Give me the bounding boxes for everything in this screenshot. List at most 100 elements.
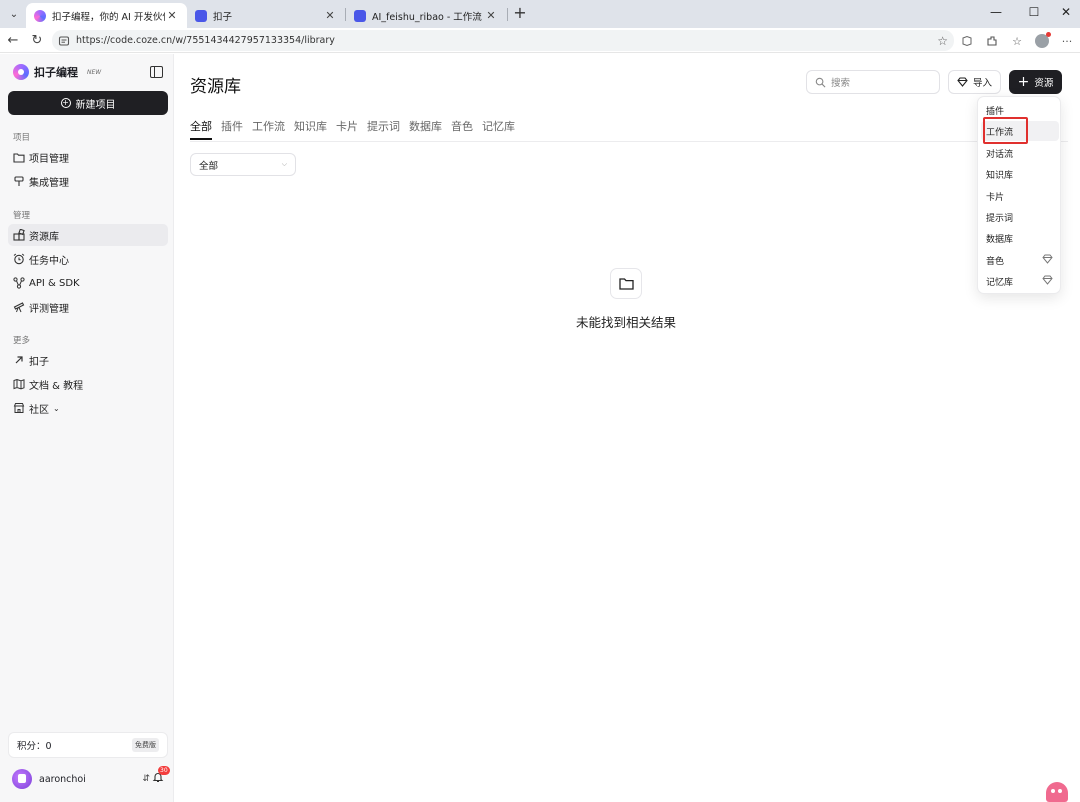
plan-badge: 免费版: [132, 738, 159, 752]
browser-tab-3[interactable]: AI_feishu_ribao - 工作流 -智能体平 ✕: [346, 3, 506, 28]
browser-tab-title: 扣子: [213, 11, 233, 23]
menu-item-prompt[interactable]: 提示词: [981, 207, 1059, 227]
sidebar-item-community[interactable]: 社区 ⌄: [8, 397, 168, 419]
chevron-down-icon: ⌵: [281, 160, 287, 168]
browser-tab-bar: ⌄ 扣子编程，你的 AI 开发伙伴，Vib ✕ 扣子 ✕ AI_feishu_r…: [0, 0, 1080, 28]
user-profile[interactable]: aaronchoi ⇵ 30: [8, 766, 170, 791]
arrow-up-right-icon: [13, 354, 25, 366]
tab-knowledge[interactable]: 知识库: [294, 118, 327, 140]
tab-memory[interactable]: 记忆库: [482, 118, 515, 140]
reload-icon[interactable]: ↻: [28, 32, 46, 50]
maximize-icon[interactable]: ☐: [1024, 5, 1044, 19]
sidebar-toggle-icon[interactable]: [150, 66, 163, 78]
menu-item-label: 对话流: [986, 149, 1014, 160]
url-field[interactable]: https://code.coze.cn/w/75514344279571333…: [52, 30, 954, 51]
tabs-divider: [190, 141, 1068, 142]
browser-tab-1[interactable]: 扣子编程，你的 AI 开发伙伴，Vib ✕: [26, 3, 187, 28]
filter-value: 全部: [199, 160, 219, 172]
menu-item-chatflow[interactable]: 对话流: [981, 143, 1059, 163]
empty-state-text: 未能找到相关结果: [575, 315, 676, 330]
new-project-button[interactable]: + 新建项目: [8, 91, 168, 115]
avatar: [12, 769, 32, 789]
points-label: 积分：0: [17, 741, 52, 752]
bookmark-star-icon[interactable]: ☆: [937, 34, 948, 48]
search-placeholder: 搜索: [831, 78, 851, 89]
menu-item-knowledge[interactable]: 知识库: [981, 164, 1059, 184]
sidebar-item-api-sdk[interactable]: API & SDK: [8, 272, 168, 294]
notification-badge: 30: [158, 766, 170, 775]
close-tab-icon[interactable]: ✕: [165, 9, 179, 22]
plus-icon: +: [1017, 74, 1030, 90]
search-icon: [815, 77, 826, 87]
menu-item-label: 提示词: [986, 213, 1014, 224]
brand-name: 扣子编程: [34, 66, 78, 79]
import-button[interactable]: 导入: [948, 70, 1001, 94]
favorites-icon[interactable]: ☆: [1008, 32, 1026, 50]
menu-item-database[interactable]: 数据库: [981, 228, 1059, 248]
back-icon[interactable]: ←: [4, 32, 22, 50]
tab-all[interactable]: 全部: [190, 118, 212, 140]
url-text: https://code.coze.cn/w/75514344279571333…: [76, 35, 335, 46]
close-window-icon[interactable]: ✕: [1056, 5, 1076, 19]
menu-item-label: 知识库: [986, 170, 1014, 181]
tab-voice[interactable]: 音色: [451, 118, 473, 140]
sidebar-item-docs[interactable]: 文档 & 教程: [8, 373, 168, 395]
premium-diamond-icon: [1042, 275, 1053, 285]
section-label-manage: 管理: [13, 211, 31, 221]
menu-item-memory[interactable]: 记忆库: [981, 271, 1059, 291]
sidebar-item-integration-management[interactable]: 集成管理: [8, 170, 168, 192]
expand-collapse-icon[interactable]: ⇵: [142, 774, 150, 784]
brand[interactable]: 扣子编程 NEW: [13, 64, 101, 80]
tab-list-chevron-icon[interactable]: ⌄: [4, 4, 24, 24]
telescope-icon: [13, 301, 25, 313]
new-project-label: 新建项目: [75, 99, 116, 111]
close-tab-icon[interactable]: ✕: [484, 9, 498, 22]
search-input[interactable]: 搜索: [806, 70, 940, 94]
close-tab-icon[interactable]: ✕: [323, 9, 337, 22]
sidebar-item-label: 集成管理: [29, 177, 69, 189]
tab-plugin[interactable]: 插件: [221, 118, 243, 140]
sidebar-item-label: 资源库: [29, 231, 59, 243]
coze-favicon-icon: [354, 9, 366, 22]
site-info-icon[interactable]: [58, 35, 70, 47]
filter-select[interactable]: 全部 ⌵: [190, 153, 296, 176]
browser-tab-2[interactable]: 扣子 ✕: [187, 3, 345, 28]
tab-database[interactable]: 数据库: [409, 118, 442, 140]
sidebar-item-evaluation[interactable]: 评测管理: [8, 296, 168, 318]
sidebar-item-label: 社区: [29, 404, 49, 416]
extensions-icon[interactable]: [983, 32, 1001, 50]
map-icon: [13, 378, 25, 390]
more-menu-icon[interactable]: ···: [1058, 32, 1076, 50]
sidebar-item-project-management[interactable]: 项目管理: [8, 146, 168, 168]
menu-item-label: 插件: [986, 106, 1005, 117]
store-icon: [13, 402, 25, 414]
menu-item-card[interactable]: 卡片: [981, 186, 1059, 206]
profile-avatar-icon[interactable]: [1033, 32, 1051, 50]
tab-workflow[interactable]: 工作流: [252, 118, 285, 140]
assistant-mascot-icon[interactable]: [1046, 782, 1068, 802]
sidebar-item-label: 项目管理: [29, 153, 69, 165]
points-card[interactable]: 积分：0 免费版: [8, 732, 168, 758]
menu-item-label: 数据库: [986, 234, 1014, 245]
coze-favicon-icon: [195, 9, 207, 22]
tab-separator: [507, 8, 508, 21]
add-resource-label: 资源: [1034, 78, 1054, 89]
plus-circle-icon: +: [60, 98, 71, 108]
browser-tab-title: AI_feishu_ribao - 工作流 -智能体平: [372, 11, 484, 23]
coze-logo-icon: [13, 64, 29, 80]
browser-tab-title: 扣子编程，你的 AI 开发伙伴，Vib: [52, 11, 165, 23]
tab-card[interactable]: 卡片: [336, 118, 358, 140]
reader-mode-icon[interactable]: [958, 32, 976, 50]
tab-prompt[interactable]: 提示词: [367, 118, 400, 140]
sidebar-item-coze[interactable]: 扣子: [8, 349, 168, 371]
menu-item-voice[interactable]: 音色: [981, 250, 1059, 270]
integration-icon: [13, 175, 25, 187]
add-resource-button[interactable]: + 资源: [1009, 70, 1062, 94]
sidebar-item-task-center[interactable]: 任务中心: [8, 248, 168, 270]
minimize-icon[interactable]: —: [986, 5, 1006, 19]
page-title: 资源库: [190, 77, 241, 97]
sidebar-item-library[interactable]: 资源库: [8, 224, 168, 246]
new-tab-icon[interactable]: +: [511, 5, 529, 23]
import-label: 导入: [972, 78, 992, 89]
highlight-annotation-box: [983, 117, 1028, 144]
